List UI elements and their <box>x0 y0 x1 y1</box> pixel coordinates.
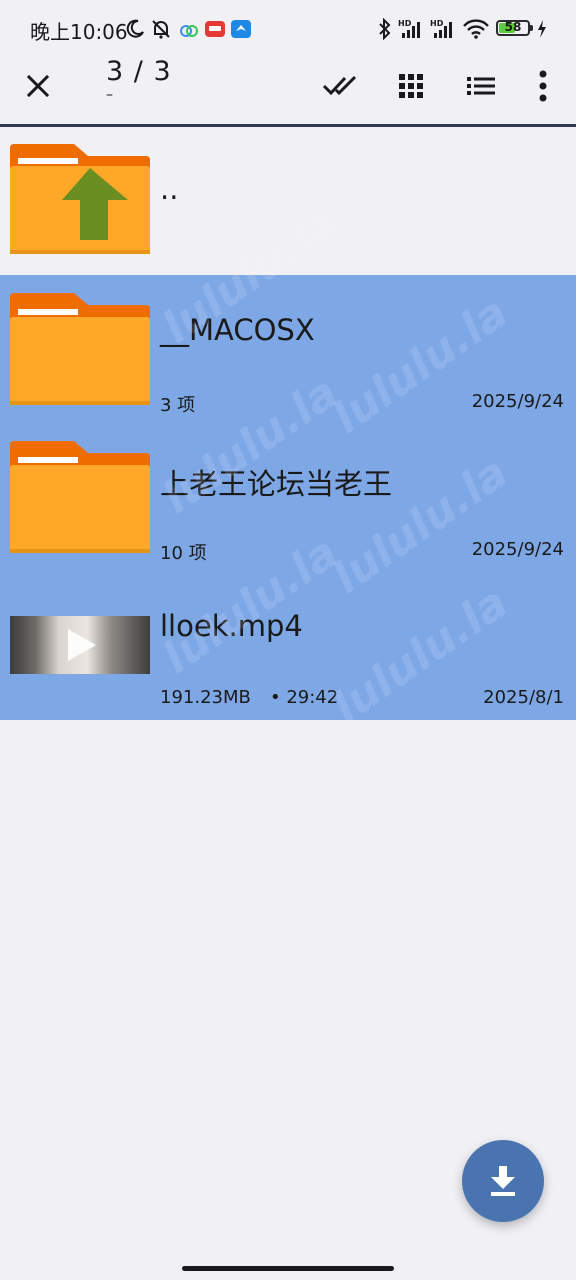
file-name: 上老王论坛当老王 <box>160 467 393 501</box>
video-thumbnail <box>10 616 150 674</box>
close-button[interactable] <box>14 62 62 110</box>
grid-view-icon <box>399 74 423 98</box>
list-item-parent-folder[interactable]: .. <box>0 128 576 275</box>
file-name: __MACOSX <box>160 313 315 347</box>
selection-subtitle: – <box>106 87 113 103</box>
battery-icon: 58 <box>496 20 530 36</box>
selection-count: 3 / 3 <box>106 56 172 87</box>
do-not-disturb-moon-icon <box>126 19 144 38</box>
status-time: 晚上10:06 <box>30 20 128 44</box>
status-bar: 晚上10:06 HD HD 58 <box>0 0 576 56</box>
select-all-button[interactable] <box>316 62 364 110</box>
close-icon <box>26 74 50 98</box>
more-options-button[interactable] <box>519 62 567 110</box>
download-button[interactable] <box>462 1140 544 1222</box>
battery-percent: 58 <box>504 20 522 34</box>
item-count: 3 项 <box>160 395 196 416</box>
red-app-icon <box>205 21 225 37</box>
battery-cap <box>530 25 533 31</box>
selection-toolbar <box>0 56 576 124</box>
more-icon <box>539 70 547 102</box>
svg-text:HD: HD <box>430 19 444 28</box>
toolbar-divider <box>0 124 576 127</box>
file-size: 191.23MB <box>160 687 251 708</box>
signal-hd-icon-2: HD <box>430 19 452 38</box>
modified-date: 2025/9/24 <box>471 391 564 412</box>
folder-up-icon <box>10 144 150 254</box>
video-duration: • 29:42 <box>270 687 339 708</box>
bluetooth-icon <box>379 18 391 40</box>
list-view-button[interactable] <box>457 62 505 110</box>
charging-icon <box>538 20 546 38</box>
file-name: lloek.mp4 <box>160 609 303 643</box>
cloud-app-icon <box>180 25 198 37</box>
select-all-icon <box>322 75 357 96</box>
list-item-folder-laowang[interactable]: 上老王论坛当老王 10 项 2025/9/24 <box>0 423 576 571</box>
grid-view-button[interactable] <box>387 62 435 110</box>
notifications-off-icon <box>152 20 170 39</box>
play-icon <box>68 629 96 661</box>
blue-app-icon <box>231 20 251 38</box>
svg-text:HD: HD <box>398 19 412 28</box>
modified-date: 2025/9/24 <box>471 539 564 560</box>
folder-icon <box>10 293 150 405</box>
signal-hd-icon-1: HD <box>398 19 420 38</box>
modified-date: 2025/8/1 <box>483 687 564 708</box>
file-name: .. <box>160 172 179 206</box>
folder-icon <box>10 441 150 553</box>
home-indicator <box>182 1266 394 1271</box>
wifi-icon <box>463 19 489 39</box>
item-count: 10 项 <box>160 543 207 564</box>
list-item-video[interactable]: lloek.mp4 191.23MB • 29:42 2025/8/1 <box>0 571 576 720</box>
download-icon <box>491 1166 515 1196</box>
list-view-icon <box>467 77 495 95</box>
list-item-macosx[interactable]: __MACOSX 3 项 2025/9/24 <box>0 275 576 423</box>
